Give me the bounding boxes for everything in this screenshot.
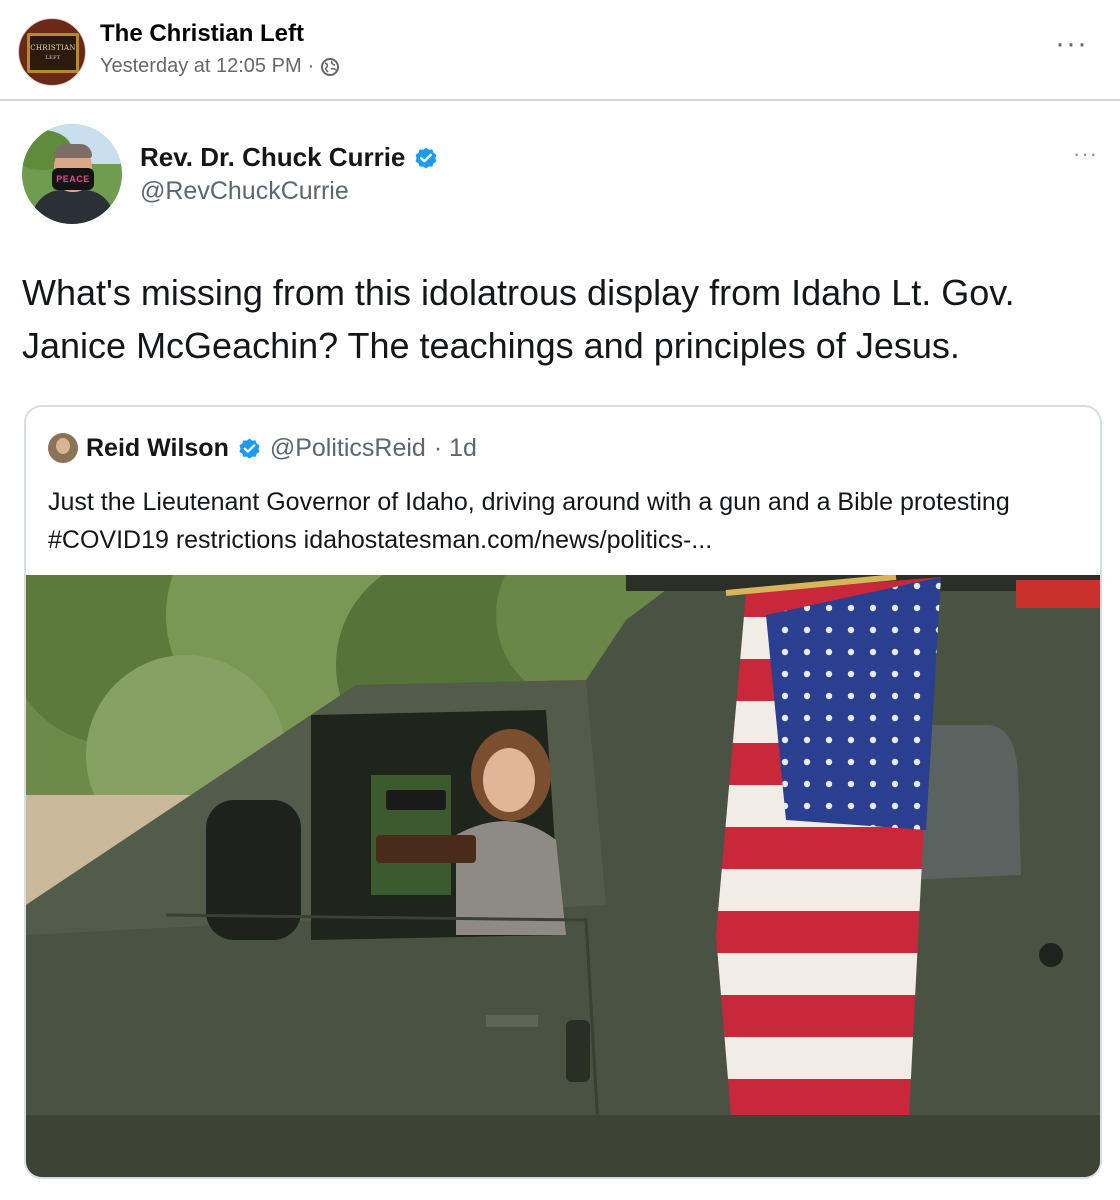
verified-badge-icon	[415, 147, 437, 169]
meta-separator: ·	[307, 55, 315, 77]
quoted-tweet-photo[interactable]	[26, 575, 1100, 1177]
quoted-tweet-text: Just the Lieutenant Governor of Idaho, d…	[48, 488, 1010, 554]
post-options-button[interactable]: ···	[1055, 29, 1088, 59]
post-header: CHRISTIAN LEFT The Christian Left Yester…	[0, 0, 1120, 100]
avatar-text-2: LEFT	[45, 55, 61, 61]
tweet-author-handle: @RevChuckCurrie	[140, 177, 349, 205]
quoted-author-name: Reid Wilson	[86, 433, 229, 462]
avatar-mask-text: PEACE	[52, 168, 94, 190]
quoted-author-avatar	[48, 433, 78, 463]
post-timestamp[interactable]: Yesterday at 12:05 PM	[100, 55, 302, 78]
tweet-author-avatar: PEACE	[22, 124, 122, 224]
page-avatar[interactable]: CHRISTIAN LEFT	[18, 18, 86, 86]
tweet-options-icon: ···	[1073, 141, 1098, 166]
quoted-tweet-age: · 1d	[433, 433, 477, 462]
quoted-tweet-header: Reid Wilson @PoliticsReid · 1d	[48, 433, 477, 463]
avatar-text-1: CHRISTIAN	[30, 44, 76, 52]
tweet-author-row: Rev. Dr. Chuck Currie	[140, 142, 439, 173]
quoted-author-handle: @PoliticsReid	[269, 433, 426, 462]
globe-icon	[321, 57, 340, 76]
tweet-text: What's missing from this idolatrous disp…	[22, 272, 1015, 366]
quoted-tweet-card[interactable]: Reid Wilson @PoliticsReid · 1d Just the …	[24, 405, 1102, 1179]
avatar-frame-image: CHRISTIAN LEFT	[27, 33, 79, 73]
post-meta: Yesterday at 12:05 PM ·	[100, 55, 340, 78]
header-divider	[0, 99, 1120, 101]
verified-badge-icon	[239, 438, 260, 459]
page-name-link[interactable]: The Christian Left	[100, 20, 304, 48]
tweet-author-name: Rev. Dr. Chuck Currie	[140, 142, 406, 172]
